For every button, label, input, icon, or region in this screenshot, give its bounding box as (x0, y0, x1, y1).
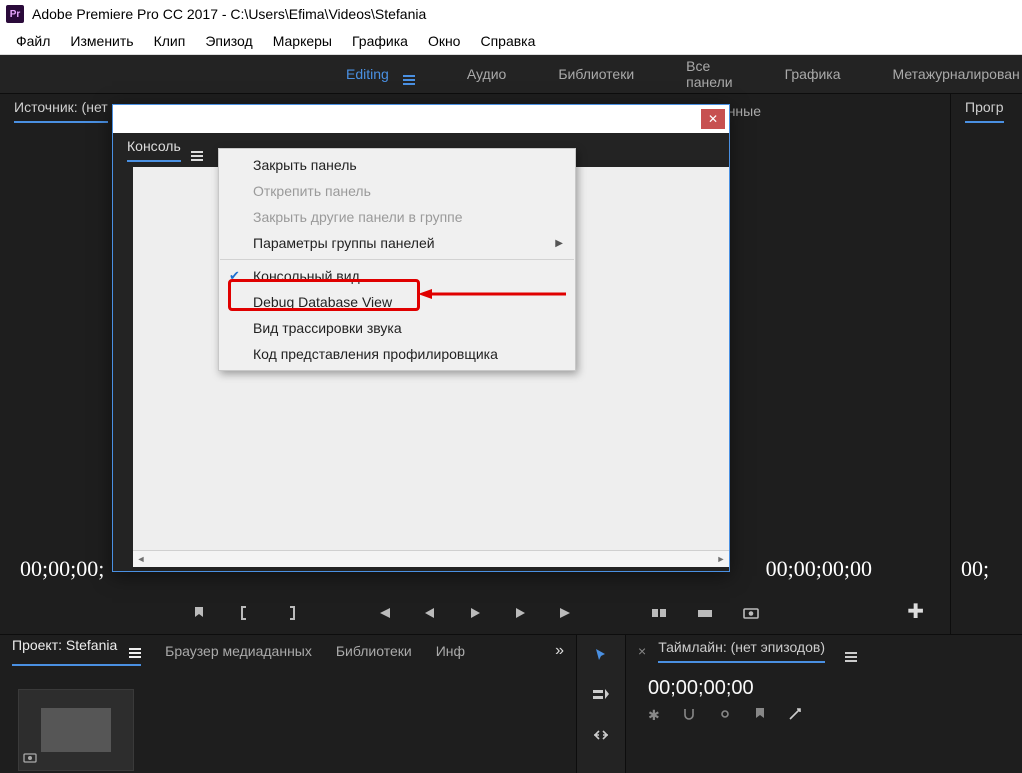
media-browser-tab[interactable]: Браузер медиаданных (165, 643, 312, 659)
menu-graphics[interactable]: Графика (342, 31, 418, 51)
transport-bar (0, 592, 950, 634)
menu-clip[interactable]: Клип (144, 31, 196, 51)
export-frame-icon[interactable] (741, 603, 761, 623)
go-to-in-icon[interactable] (373, 603, 393, 623)
menu-sequence[interactable]: Эпизод (195, 31, 262, 51)
info-tab[interactable]: Инф (436, 643, 465, 659)
magnet-icon[interactable] (682, 707, 696, 724)
workspace-graphics[interactable]: Графика (759, 55, 867, 93)
go-to-out-icon[interactable] (557, 603, 577, 623)
libraries-tab[interactable]: Библиотеки (336, 643, 412, 659)
program-tab[interactable]: Прогр (965, 99, 1004, 123)
workspace-libraries[interactable]: Библиотеки (532, 55, 660, 93)
tools-panel (577, 635, 626, 773)
overwrite-icon[interactable] (695, 603, 715, 623)
menu-panel-group-settings[interactable]: Параметры группы панелей ▶ (219, 230, 575, 256)
source-timecode-left: 00;00;00; (20, 556, 104, 582)
overflow-menu-icon[interactable]: » (555, 642, 564, 660)
program-timecode: 00; (961, 556, 989, 582)
menu-window[interactable]: Окно (418, 31, 471, 51)
panel-context-menu: Закрыть панель Открепить панель Закрыть … (218, 148, 576, 371)
panel-tab-fragment: нные (728, 103, 761, 119)
ripple-edit-tool-icon[interactable] (589, 723, 613, 747)
workspace-all-panels[interactable]: Все панели (660, 55, 758, 93)
menu-undock-panel: Открепить панель (219, 178, 575, 204)
console-tab[interactable]: Консоль (127, 138, 181, 162)
menu-audio-trace-view[interactable]: Вид трассировки звука (219, 315, 575, 341)
insert-icon[interactable] (649, 603, 669, 623)
project-thumbnail[interactable] (18, 689, 134, 771)
snap-icon[interactable]: ✱ (648, 707, 660, 724)
timeline-panel: × Таймлайн: (нет эпизодов) 00;00;00;00 ✱ (626, 635, 1022, 773)
panel-menu-icon[interactable] (191, 140, 203, 161)
menu-file[interactable]: Файл (6, 31, 60, 51)
in-bracket-icon[interactable] (235, 603, 255, 623)
source-timecode-right: 00;00;00;00 (766, 556, 872, 582)
project-tab[interactable]: Проект: Stefania (12, 637, 141, 666)
menu-console-view[interactable]: ✔ Консольный вид (219, 263, 575, 289)
out-bracket-icon[interactable] (281, 603, 301, 623)
menu-separator (220, 259, 574, 260)
panel-menu-icon[interactable] (129, 637, 141, 653)
project-panel: Проект: Stefania Браузер медиаданных Биб… (0, 635, 577, 773)
source-tab[interactable]: Источник: (нет (14, 99, 108, 123)
menu-help[interactable]: Справка (470, 31, 545, 51)
scroll-right-icon[interactable]: ► (713, 551, 729, 566)
menu-close-panel[interactable]: Закрыть панель (219, 152, 575, 178)
menu-debug-database-view[interactable]: Debug Database View (219, 289, 575, 315)
timeline-timecode: 00;00;00;00 (648, 677, 754, 700)
panel-menu-icon[interactable] (845, 641, 857, 662)
step-back-icon[interactable] (419, 603, 439, 623)
button-editor-plus-icon[interactable]: ✚ (907, 599, 924, 624)
timeline-toolbar: ✱ (648, 707, 802, 724)
program-monitor-panel: Прогр 00; (951, 94, 1022, 634)
menu-markers[interactable]: Маркеры (263, 31, 342, 51)
check-icon: ✔ (229, 268, 240, 284)
chevron-right-icon: ▶ (555, 238, 563, 249)
menu-edit[interactable]: Изменить (60, 31, 143, 51)
linked-selection-icon[interactable] (718, 707, 732, 724)
menu-profiler-view[interactable]: Код представления профилировщика (219, 341, 575, 367)
selection-tool-icon[interactable] (589, 643, 613, 667)
horizontal-scrollbar[interactable]: ◄ ► (133, 550, 729, 567)
window-title: Adobe Premiere Pro CC 2017 - C:\Users\Ef… (32, 6, 426, 22)
marker-icon[interactable] (189, 603, 209, 623)
step-forward-icon[interactable] (511, 603, 531, 623)
close-window-button[interactable]: ✕ (701, 109, 725, 129)
app-icon: Pr (6, 5, 24, 23)
settings-icon[interactable] (788, 707, 802, 724)
workspace-bar: Editing Аудио Библиотеки Все панели Граф… (0, 55, 1022, 94)
track-select-tool-icon[interactable] (589, 683, 613, 707)
camera-icon (23, 751, 37, 766)
scroll-left-icon[interactable]: ◄ (133, 551, 149, 566)
play-icon[interactable] (465, 603, 485, 623)
workspace-editing[interactable]: Editing (320, 55, 441, 93)
workspace-audio[interactable]: Аудио (441, 55, 533, 93)
workspace-menu-icon[interactable] (403, 64, 415, 85)
close-tab-icon[interactable]: × (638, 643, 646, 659)
timeline-tab[interactable]: Таймлайн: (нет эпизодов) (658, 639, 825, 663)
menubar: Файл Изменить Клип Эпизод Маркеры График… (0, 28, 1022, 55)
workspace-metalogging[interactable]: Метажурналирован (867, 55, 1022, 93)
window-titlebar: Pr Adobe Premiere Pro CC 2017 - C:\Users… (0, 0, 1022, 28)
add-marker-icon[interactable] (754, 707, 766, 724)
console-titlebar[interactable]: ✕ (113, 105, 729, 133)
menu-close-others: Закрыть другие панели в группе (219, 204, 575, 230)
